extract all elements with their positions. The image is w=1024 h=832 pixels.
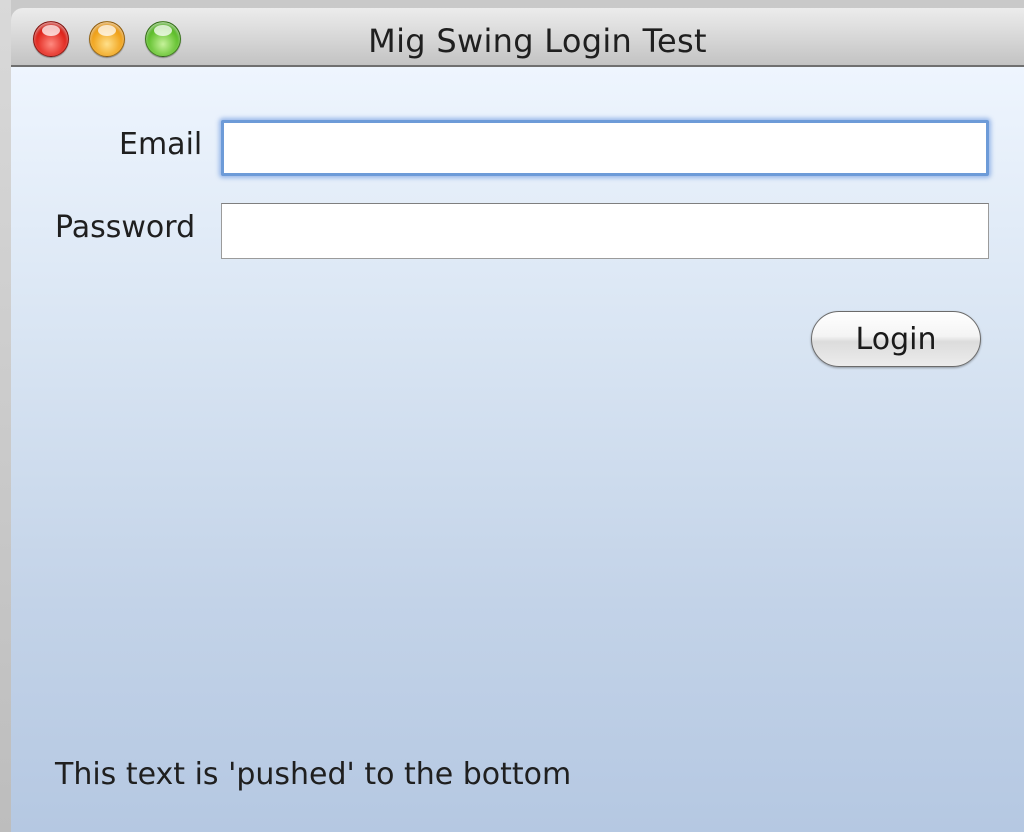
title-bar[interactable]: Mig Swing Login Test [11,8,1024,67]
login-button[interactable]: Login [811,311,981,367]
email-field[interactable] [221,120,989,176]
app-window: Mig Swing Login Test Email Password Logi… [0,0,1024,832]
email-label: Email [119,127,203,162]
content-panel: Email Password Login This text is 'pushe… [11,67,1024,832]
bottom-text: This text is 'pushed' to the bottom [55,757,572,792]
password-label: Password [55,210,196,245]
window-edge [0,0,11,832]
password-field[interactable] [221,203,989,259]
window-title: Mig Swing Login Test [368,22,707,60]
